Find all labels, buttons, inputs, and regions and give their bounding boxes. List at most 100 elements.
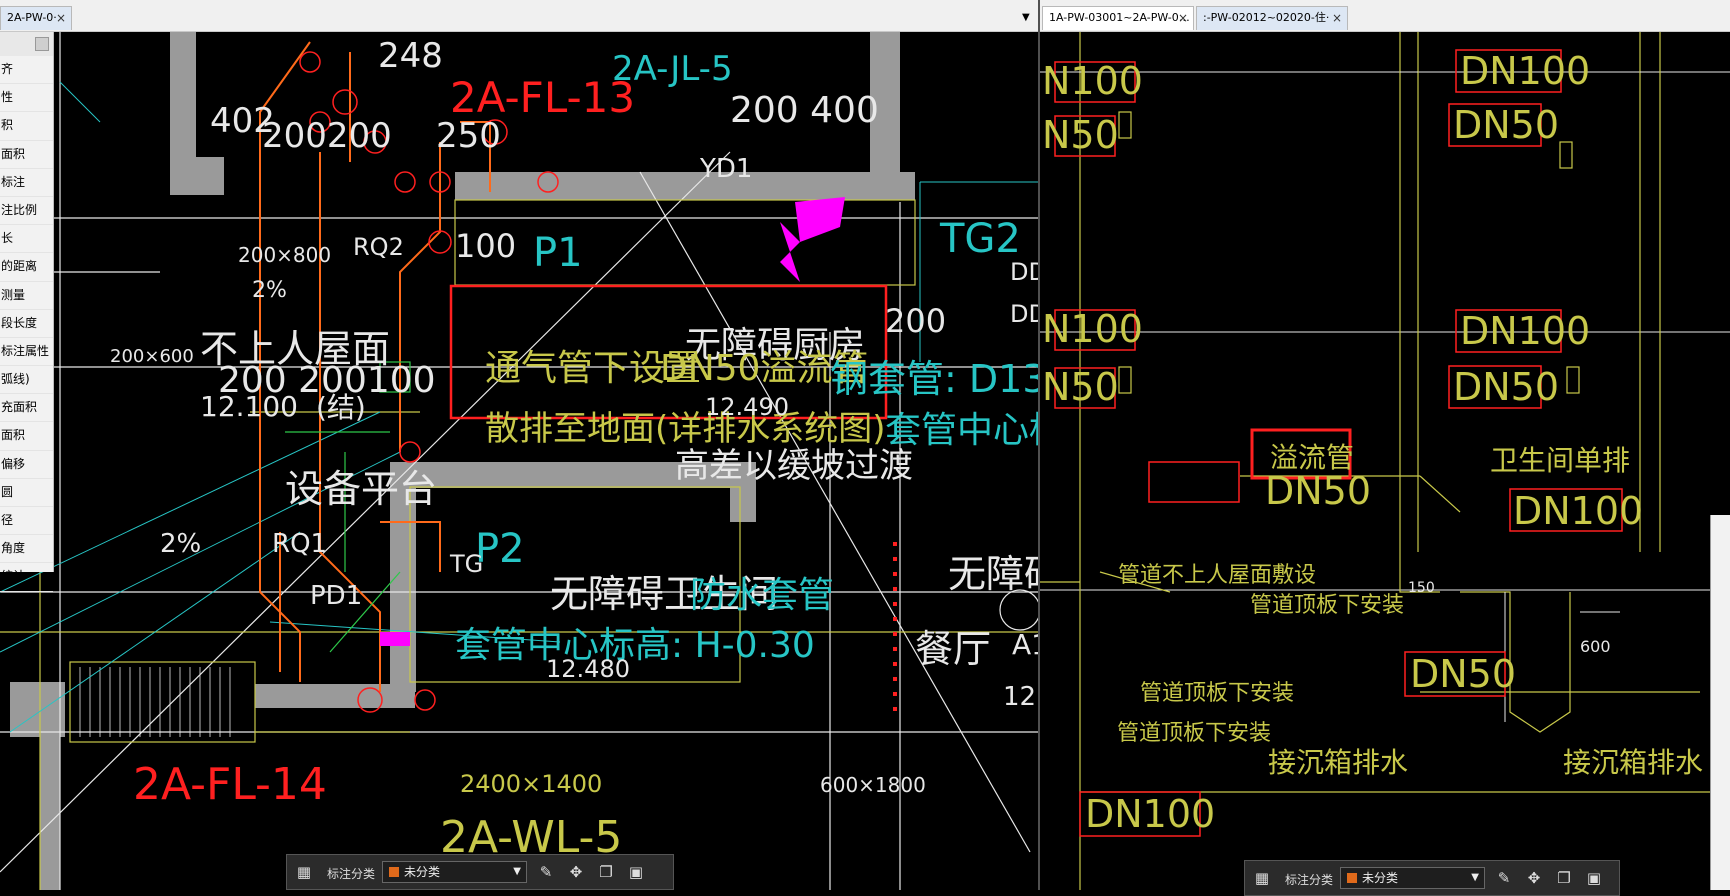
copy-icon[interactable]: ❐: [597, 863, 615, 881]
side-menu-item[interactable]: 段长度: [0, 310, 53, 338]
side-menu-item[interactable]: 性: [0, 84, 53, 113]
label-size: 2400×1400: [460, 770, 602, 798]
tab-left-document[interactable]: 2A-PW-0· ×: [0, 6, 72, 30]
side-menu-item[interactable]: 注比例: [0, 197, 53, 226]
stair-hatch: [79, 667, 231, 737]
grid-icon[interactable]: ▦: [1253, 869, 1271, 887]
side-menu-item[interactable]: 圆: [0, 479, 53, 507]
tab-right-document-2[interactable]: :-PW-02012~02020-住· ×: [1196, 6, 1348, 30]
label-dim: 150: [1408, 580, 1435, 596]
edit-icon[interactable]: ✎: [537, 863, 555, 881]
tab-right-document-2-label: :-PW-02012~02020-住·: [1203, 11, 1330, 24]
label-dd: DD: [1010, 258, 1038, 286]
tab-right-document-1-label: 1A-PW-03001~2A-PW-0…: [1049, 11, 1190, 24]
label-note: 散排至地面(详排水系统图): [485, 409, 886, 449]
label-elev: 12.100: [200, 390, 298, 423]
label-dn: N100: [1042, 307, 1143, 351]
label-elev: 12.: [1003, 682, 1038, 712]
label-dim: 250: [436, 116, 501, 156]
left-tab-bar: 2A-PW-0· × ▼: [0, 0, 1038, 32]
side-menu-item[interactable]: 齐: [0, 56, 53, 85]
paste-icon[interactable]: ▣: [1585, 869, 1603, 887]
right-labels: DN100 DN50 DN100 DN50 N100 N50 N100 N50 …: [1042, 49, 1703, 836]
right-cad-viewport[interactable]: DN100 DN50 DN100 DN50 N100 N50 N100 N50 …: [1040, 32, 1730, 890]
label-dn: DN50: [1410, 652, 1516, 696]
label-platform: 设备平台: [285, 467, 437, 511]
label-dd: DD: [1010, 300, 1038, 328]
tab-close-icon[interactable]: ×: [1178, 7, 1188, 29]
label-tg: TG: [449, 550, 483, 578]
category-select-value: 未分类: [404, 865, 441, 879]
category-select-value: 未分类: [1362, 871, 1399, 885]
right-drawing-canvas: DN100 DN50 DN100 DN50 N100 N50 N100 N50 …: [1040, 32, 1730, 890]
side-menu-item[interactable]: 径: [0, 507, 53, 536]
side-menu-item[interactable]: 统计: [0, 563, 53, 592]
label-size: 200×800: [238, 243, 331, 267]
label-dn: DN100: [1460, 309, 1590, 353]
label-dn: DN100: [1460, 49, 1590, 93]
label-dim: 200 400: [730, 90, 879, 131]
label-note: 高差以缓坡过渡: [675, 446, 913, 486]
side-menu-item[interactable]: 偏移: [0, 451, 53, 479]
label-elev: 12.480: [546, 655, 630, 683]
paste-icon[interactable]: ▣: [627, 863, 645, 881]
side-menu-pin-button[interactable]: [35, 37, 49, 51]
label-p1: P1: [533, 230, 583, 276]
copy-icon[interactable]: ❐: [1555, 869, 1573, 887]
side-menu-item[interactable]: 测量: [0, 282, 53, 310]
label-riser: 2A-JL-5: [612, 49, 733, 89]
label-note: 管道顶板下安装: [1250, 593, 1404, 618]
label-tg2: TG2: [939, 216, 1021, 262]
category-select[interactable]: 未分类 ▼: [382, 861, 527, 883]
side-context-menu: 齐 性 积 面积 标注 注比例 长 的距离 测量 段长度 标注属性 弧线) 充面…: [0, 32, 54, 592]
label-elev: 12.490: [705, 393, 789, 421]
side-menu-item[interactable]: 充面积: [0, 394, 53, 423]
label-riser: 2A-FL-14: [133, 759, 327, 810]
label-dn: N50: [1042, 113, 1119, 157]
label-dn: N100: [1042, 59, 1143, 103]
side-menu-item[interactable]: 长: [0, 225, 53, 254]
label-axis: A1: [1012, 628, 1038, 661]
side-menu-item[interactable]: 的距离: [0, 253, 53, 282]
left-cad-viewport[interactable]: 248 2A-FL-13 200 400 402 200200 250 YD1 …: [0, 32, 1038, 890]
side-menu-item[interactable]: 面积: [0, 141, 53, 169]
category-color-swatch: [1347, 873, 1357, 883]
edit-icon[interactable]: ✎: [1495, 869, 1513, 887]
label-struct: (结): [316, 391, 366, 424]
side-menu-item[interactable]: 面积: [0, 422, 53, 451]
tab-close-icon[interactable]: ×: [1332, 7, 1342, 29]
move-icon[interactable]: ✥: [1525, 869, 1543, 887]
side-menu-item[interactable]: 弧线): [0, 366, 53, 395]
chevron-down-icon: ▼: [513, 866, 521, 877]
side-menu-item[interactable]: 角度: [0, 535, 53, 564]
chevron-down-icon: ▼: [1471, 872, 1479, 883]
tab-list-dropdown-icon[interactable]: ▼: [1022, 12, 1030, 23]
side-menu-header: [0, 32, 53, 56]
label-dim: 200: [885, 302, 946, 340]
right-dim-lines: [1040, 71, 1730, 722]
label-room: 无障碍: [948, 552, 1038, 596]
label-slope: 2%: [160, 529, 201, 559]
label-rq: RQ2: [353, 233, 404, 261]
side-menu-item[interactable]: 标注属性: [0, 338, 53, 367]
label-size: 600×1800: [820, 773, 926, 797]
label-dn: DN50: [1453, 365, 1559, 409]
label-yd: YD1: [699, 154, 752, 184]
right-edge-panel[interactable]: [1710, 515, 1730, 890]
grid-icon[interactable]: ▦: [295, 863, 313, 881]
label-pd: PD1: [310, 581, 362, 611]
tab-close-icon[interactable]: ×: [56, 7, 66, 29]
tab-right-document-1[interactable]: 1A-PW-03001~2A-PW-0… ×: [1042, 6, 1194, 30]
label-dn: N50: [1042, 365, 1119, 409]
label-note: 卫生间单排: [1490, 444, 1630, 477]
label-dn: DN50: [1453, 103, 1559, 147]
side-menu-item[interactable]: 积: [0, 112, 53, 141]
category-label: 标注分类: [327, 867, 376, 881]
label-dim: 248: [378, 36, 443, 76]
left-drawing-canvas: 248 2A-FL-13 200 400 402 200200 250 YD1 …: [0, 32, 1038, 890]
category-label: 标注分类: [1285, 873, 1334, 887]
move-icon[interactable]: ✥: [567, 863, 585, 881]
side-menu-item[interactable]: 标注: [0, 169, 53, 197]
category-color-swatch: [389, 867, 399, 877]
category-select[interactable]: 未分类 ▼: [1340, 867, 1485, 889]
